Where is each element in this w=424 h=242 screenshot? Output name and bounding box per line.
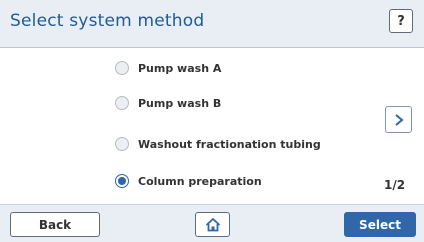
page-title: Select system method	[10, 11, 205, 31]
option-label: Washout fractionation tubing	[138, 137, 321, 151]
option-label: Column preparation	[138, 174, 262, 188]
option-pump-wash-a[interactable]: Pump wash A	[115, 57, 221, 79]
radio-button[interactable]	[115, 61, 129, 75]
option-pump-wash-b[interactable]: Pump wash B	[115, 92, 221, 114]
radio-button[interactable]	[115, 137, 129, 151]
radio-button[interactable]	[115, 96, 129, 110]
option-label: Pump wash B	[138, 96, 222, 110]
select-button[interactable]: Select	[344, 212, 416, 237]
home-button[interactable]	[195, 212, 230, 237]
back-button[interactable]: Back	[10, 212, 100, 237]
option-column-preparation[interactable]: Column preparation	[115, 170, 262, 192]
option-label: Pump wash A	[138, 61, 222, 75]
home-icon	[205, 218, 220, 232]
page-indicator: 1/2	[384, 178, 406, 192]
radio-button-selected[interactable]	[115, 174, 129, 188]
option-washout-fractionation-tubing[interactable]: Washout fractionation tubing	[115, 133, 321, 155]
next-page-button[interactable]	[385, 106, 412, 133]
chevron-right-icon	[394, 113, 404, 126]
help-button[interactable]: ?	[389, 9, 413, 33]
header-bar: Select system method ?	[0, 0, 424, 48]
